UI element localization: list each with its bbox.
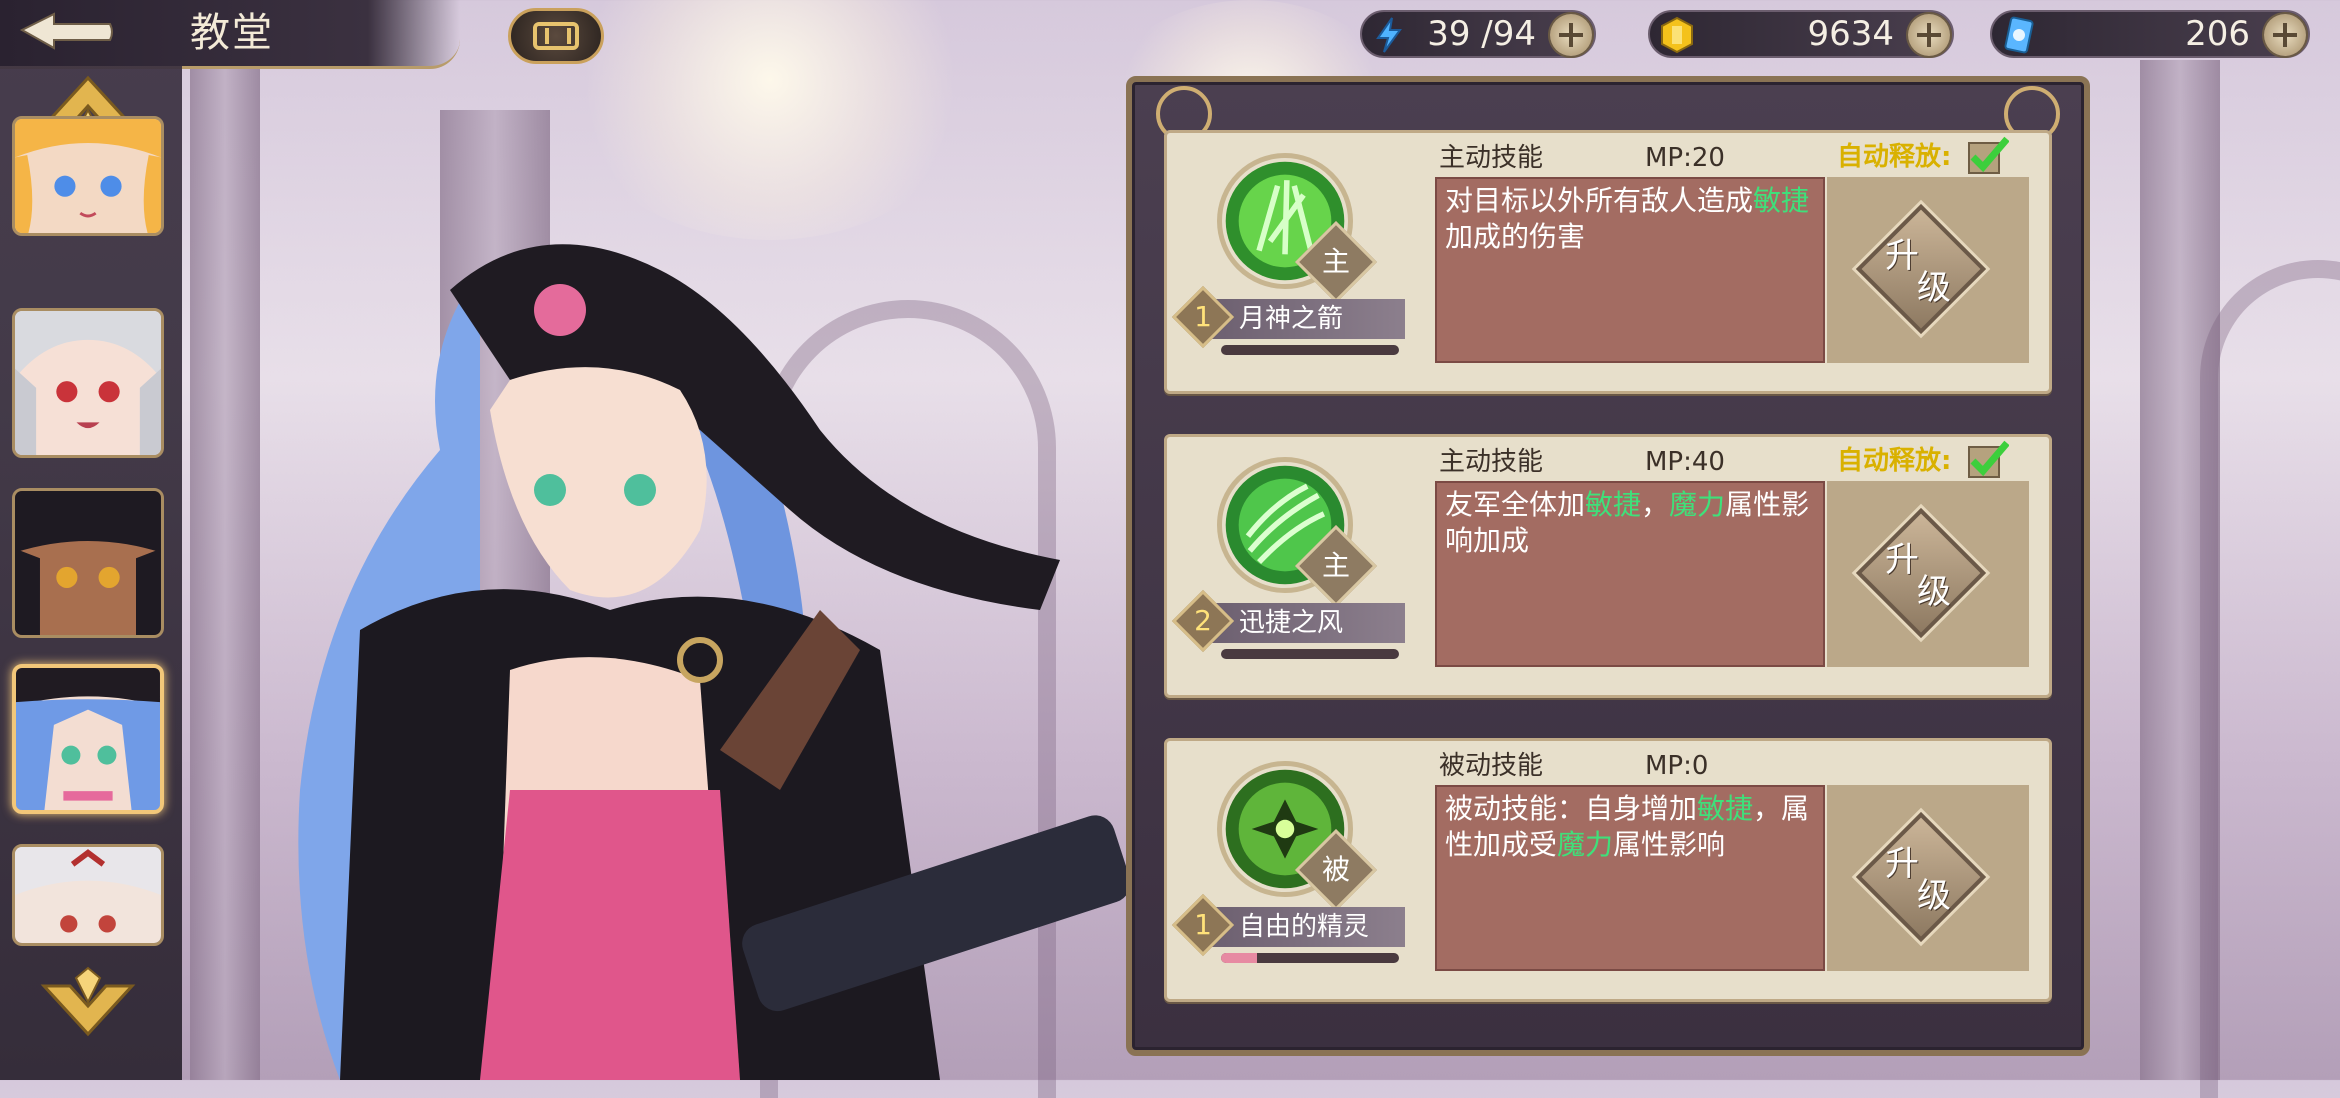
- add-energy-button[interactable]: [1550, 14, 1592, 56]
- upgrade-label[interactable]: 升级: [1867, 233, 1977, 313]
- hero-silver-hair-portrait-icon: [15, 311, 161, 455]
- skill-card: 主动技能 MP:40 自动释放: 主 2 迅捷之风 友军全体加敏捷，魔力属性影响…: [1164, 434, 2052, 698]
- auto-cast-label: 自动释放:: [1837, 142, 1952, 172]
- skill-type: 主动技能: [1439, 143, 1544, 173]
- skill-name: 迅捷之风: [1239, 608, 1344, 638]
- hero-portrait-selected[interactable]: [12, 664, 164, 814]
- card-ticket-icon: [2004, 16, 2034, 54]
- skill-description-box: 对目标以外所有敌人造成敏捷加成的伤害: [1435, 177, 1825, 363]
- skill-description: 对目标以外所有敌人造成敏捷加成的伤害: [1445, 184, 1810, 253]
- skill-description-box: 被动技能：自身增加敏捷，属性加成受魔力属性影响: [1435, 785, 1825, 971]
- window-arch: [2200, 260, 2340, 1098]
- gold-value: 9634: [1807, 14, 1894, 54]
- scroll-down-button[interactable]: [36, 966, 140, 1038]
- skill-mp-cost: MP:0: [1645, 751, 1709, 781]
- add-gold-button[interactable]: [1908, 14, 1950, 56]
- skill-description-box: 友军全体加敏捷，魔力属性影响加成: [1435, 481, 1825, 667]
- character-illustration: [298, 244, 1130, 1080]
- hero-portrait[interactable]: [12, 308, 164, 458]
- skill-exp-bar: [1221, 649, 1399, 659]
- skill-mp-cost: MP:20: [1645, 143, 1725, 173]
- ticket-counter: 206: [1990, 10, 2310, 58]
- page-title: 教堂: [190, 10, 274, 56]
- scroll-icon: [533, 22, 579, 50]
- skill-exp-bar: [1221, 953, 1399, 963]
- skill-type: 被动技能: [1439, 751, 1544, 781]
- upgrade-label[interactable]: 升级: [1867, 841, 1977, 921]
- gold-coin-icon: [1661, 16, 1693, 54]
- skill-name: 月神之箭: [1239, 304, 1344, 334]
- skill-type: 主动技能: [1439, 447, 1544, 477]
- skill-description: 友军全体加敏捷，魔力属性影响加成: [1445, 488, 1810, 557]
- skill-mp-cost: MP:40: [1645, 447, 1725, 477]
- gold-counter: 9634: [1648, 10, 1954, 58]
- chevron-down-icon: [40, 966, 136, 1037]
- skill-card: 主动技能 MP:20 自动释放: 主 1 月神之箭 对目标以外所有敌人造成敏捷加…: [1164, 130, 2052, 394]
- auto-cast-checkbox[interactable]: [1967, 135, 2009, 177]
- hero-portrait[interactable]: [12, 488, 164, 638]
- hero-portrait[interactable]: [12, 116, 164, 236]
- energy-icon: [1376, 17, 1402, 53]
- hero-portrait[interactable]: [12, 844, 164, 946]
- chandelier-glow: [560, 0, 980, 240]
- shop-button[interactable]: [508, 8, 604, 64]
- skill-exp-bar: [1221, 345, 1399, 355]
- ticket-value: 206: [2185, 14, 2250, 54]
- hero-dark-hair-portrait-icon: [15, 491, 161, 635]
- auto-cast-label: 自动释放:: [1837, 446, 1952, 476]
- upgrade-label[interactable]: 升级: [1867, 537, 1977, 617]
- skill-description: 被动技能：自身增加敏捷，属性加成受魔力属性影响: [1445, 792, 1810, 861]
- hero-white-hair-portrait-icon: [15, 847, 161, 943]
- skill-card: 被动技能 MP:0 被 1 自由的精灵 被动技能：自身增加敏捷，属性加成受魔力属…: [1164, 738, 2052, 1002]
- hero-blonde-portrait-icon: [15, 119, 161, 233]
- auto-cast-checkbox[interactable]: [1967, 439, 2009, 481]
- back-arrow-icon: [19, 12, 113, 50]
- energy-value: 39 /94: [1427, 14, 1536, 54]
- back-button[interactable]: [14, 8, 118, 56]
- add-ticket-button[interactable]: [2264, 14, 2306, 56]
- hero-blue-hair-portrait-icon: [16, 668, 160, 810]
- energy-counter: 39 /94: [1360, 10, 1596, 58]
- skill-name: 自由的精灵: [1239, 912, 1370, 942]
